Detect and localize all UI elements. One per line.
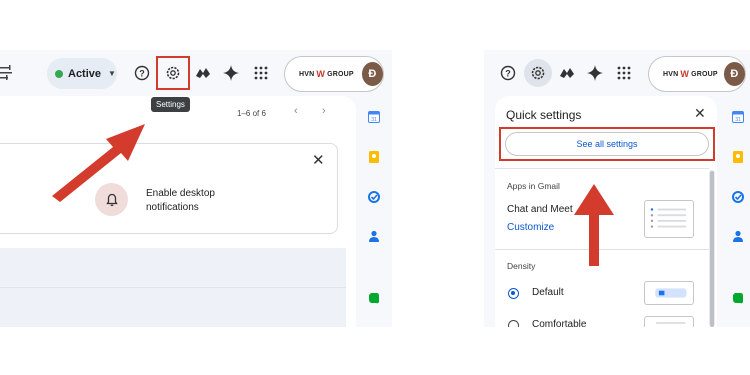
right-screenshot: ? HVN W GROUP Đ Quick settings ✕ See all s…	[484, 50, 750, 327]
pointer-arrow	[52, 124, 145, 202]
left-screenshot: Active ▼ ? HVN W GROUP Đ Settings 1–6 of 6…	[0, 50, 392, 327]
pointer-arrow	[574, 184, 614, 266]
